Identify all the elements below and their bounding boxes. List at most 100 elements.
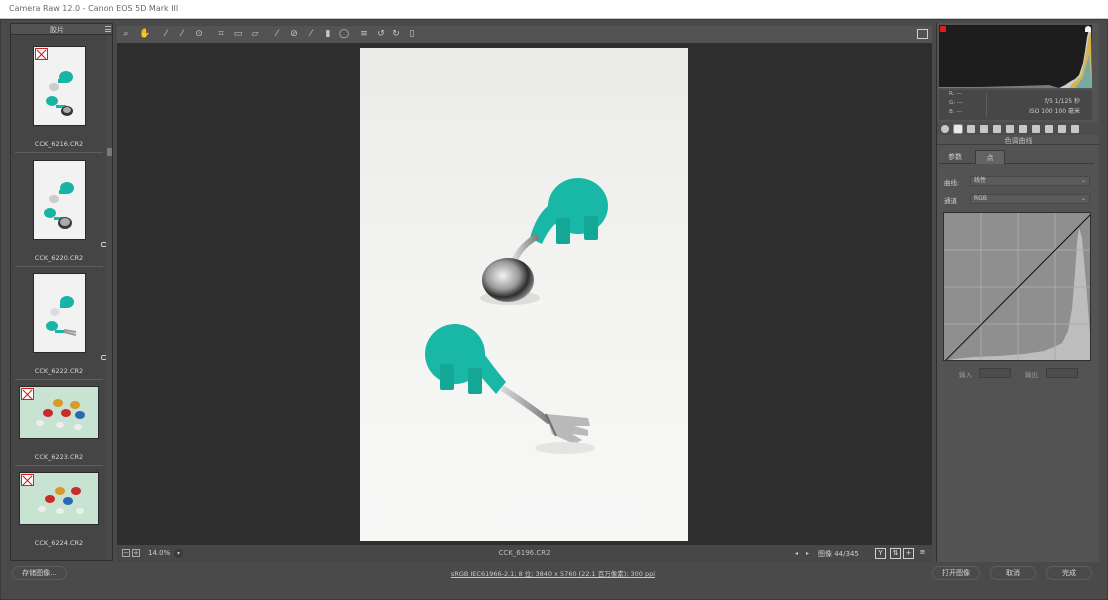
adjustment-panel: R: --- G: --- B: --- f/5 1/125 秒 ISO 100…: [936, 23, 1100, 562]
swap-settings-icon[interactable]: ⇅: [890, 548, 901, 559]
white-balance-tool-icon[interactable]: ⁄: [161, 29, 171, 39]
preview-photo: [360, 48, 688, 541]
thumbnail[interactable]: [33, 273, 86, 353]
presets-tab-icon[interactable]: [1058, 125, 1066, 133]
window-title: Camera Raw 12.0 - Canon EOS 5D Mark III: [9, 4, 179, 13]
transform-tab-icon[interactable]: [1019, 125, 1027, 133]
color-sampler-tool-icon[interactable]: ⁄: [177, 29, 187, 39]
highlight-clipping-warning-icon[interactable]: [1085, 26, 1091, 32]
previous-image-button[interactable]: ◂: [792, 549, 801, 558]
thumbnail[interactable]: [33, 46, 86, 126]
graduated-filter-icon[interactable]: ▮: [323, 29, 333, 39]
radial-filter-icon[interactable]: ◯: [339, 29, 349, 39]
crop-tool-icon[interactable]: ⌗: [216, 29, 226, 39]
shadow-clipping-warning-icon[interactable]: [940, 26, 946, 32]
adjustment-brush-icon[interactable]: ⁄: [306, 29, 316, 39]
g-readout: G: ---: [949, 100, 963, 106]
camera-info: R: --- G: --- B: --- f/5 1/125 秒 ISO 100…: [939, 90, 1092, 120]
input-value-field[interactable]: [979, 368, 1011, 378]
basic-tab-icon[interactable]: [941, 125, 949, 133]
thumbnail[interactable]: [19, 386, 99, 439]
thumbnail-image: [44, 182, 74, 229]
preferences-icon[interactable]: ≡: [359, 29, 369, 39]
zoom-tool-icon[interactable]: ⌕: [121, 29, 131, 39]
thumbnail[interactable]: [19, 472, 99, 525]
copy-settings-icon[interactable]: +: [903, 548, 914, 559]
image-preview-area[interactable]: [117, 43, 932, 545]
rotate-left-icon[interactable]: ↺: [376, 29, 386, 39]
reject-flag-icon[interactable]: [21, 474, 34, 486]
tab-parametric[interactable]: 参数: [939, 150, 971, 164]
done-button[interactable]: 完成: [1046, 566, 1092, 580]
divider: [15, 266, 103, 267]
channel-value: RGB: [974, 195, 987, 202]
iso-focal-info: ISO 100 100 毫米: [1029, 108, 1080, 115]
curve-label: 曲线:: [944, 179, 960, 187]
lens-corrections-tab-icon[interactable]: [1006, 125, 1014, 133]
open-image-button[interactable]: 打开图像: [932, 566, 980, 580]
hand-tool-icon[interactable]: ✋: [139, 29, 150, 39]
filmstrip-header: 胶片: [11, 24, 112, 35]
spoon-and-fork-image: [425, 178, 608, 454]
filmstrip-menu-icon[interactable]: [105, 26, 111, 32]
histogram: [939, 25, 1092, 88]
footer-bar: 存储图像... sRGB IEC61966-2.1; 8 位; 3840 x 5…: [0, 565, 1106, 581]
before-after-y-icon[interactable]: Y: [875, 548, 886, 559]
fullscreen-toggle-icon[interactable]: [917, 29, 928, 39]
snapshots-tab-icon[interactable]: [1071, 125, 1079, 133]
divider: [15, 152, 103, 153]
filmstrip-item[interactable]: CCK_6222.CR2: [15, 273, 107, 385]
filmstrip-item[interactable]: CCK_6220.CR2: [15, 160, 107, 272]
straighten-tool-icon[interactable]: ▭: [233, 29, 243, 39]
filmstrip-scrollbar[interactable]: [106, 36, 112, 560]
histogram-graph: [939, 27, 1092, 88]
image-counter: 图像 44/345: [818, 550, 859, 558]
tone-curve-editor[interactable]: [943, 212, 1091, 361]
divider: [15, 465, 103, 466]
toggle-view-icon[interactable]: ≡: [917, 548, 928, 559]
cancel-button[interactable]: 取消: [990, 566, 1036, 580]
b-readout: B: ---: [949, 109, 963, 115]
scrollbar-thumb[interactable]: [107, 148, 112, 156]
tone-curve-tab-icon[interactable]: [953, 124, 963, 134]
tool-bar: ⌕ ✋ ⁄ ⁄ ⊙ ⌗ ▭ ▱ ⁄ ⊘ ⁄ ▮ ◯ ≡ ↺ ↻ ▯: [117, 26, 932, 43]
exposure-info: f/5 1/125 秒: [1044, 98, 1080, 105]
red-eye-tool-icon[interactable]: ⊘: [289, 29, 299, 39]
thumbnail-filename: CCK_6222.CR2: [34, 367, 84, 375]
calibration-tab-icon[interactable]: [1045, 125, 1053, 133]
rotate-right-icon[interactable]: ↻: [391, 29, 401, 39]
thumbnail-filename: CCK_6220.CR2: [34, 254, 84, 262]
chevron-down-icon: ⌄: [1080, 177, 1086, 184]
tone-curve-graph: [944, 213, 1090, 360]
output-label: 输出: [1025, 371, 1038, 379]
reject-flag-icon[interactable]: [35, 48, 48, 60]
section-title: 色调曲线: [937, 136, 1100, 145]
thumbnail-filename: CCK_6223.CR2: [34, 453, 84, 461]
curve-preset-select[interactable]: 线性 ⌄: [970, 176, 1090, 186]
targeted-adjustment-icon[interactable]: ⊙: [194, 29, 204, 39]
thumbnail-filename: CCK_6224.CR2: [34, 539, 84, 547]
r-readout: R: ---: [949, 91, 963, 97]
trash-icon[interactable]: ▯: [407, 29, 417, 39]
next-image-button[interactable]: ▸: [803, 549, 812, 558]
filmstrip-item[interactable]: CCK_6224.CR2: [15, 472, 103, 558]
effects-tab-icon[interactable]: [1032, 125, 1040, 133]
filmstrip-item[interactable]: CCK_6216.CR2: [15, 46, 103, 158]
curve-preset-value: 线性: [974, 177, 987, 184]
channel-select[interactable]: RGB ⌄: [970, 194, 1090, 204]
filmstrip-panel: 胶片 CCK_6216.CR2 CCK_6220.CR2 CCK_6222.CR…: [10, 23, 113, 561]
output-value-field[interactable]: [1046, 368, 1078, 378]
transform-tool-icon[interactable]: ▱: [250, 29, 260, 39]
spot-removal-tool-icon[interactable]: ⁄: [272, 29, 282, 39]
filmstrip-item[interactable]: CCK_6223.CR2: [15, 386, 103, 472]
hsl-tab-icon[interactable]: [980, 125, 988, 133]
thumbnail-filename: CCK_6216.CR2: [34, 140, 84, 148]
split-toning-tab-icon[interactable]: [993, 125, 1001, 133]
reject-flag-icon[interactable]: [21, 388, 34, 400]
detail-tab-icon[interactable]: [967, 125, 975, 133]
thumbnail[interactable]: [33, 160, 86, 240]
divider: [15, 379, 103, 380]
title-bar: Camera Raw 12.0 - Canon EOS 5D Mark III: [0, 0, 1108, 19]
tab-point[interactable]: 点: [975, 150, 1005, 164]
preview-status-bar: − + 14.0% ▾ CCK_6196.CR2 ◂ ▸ 图像 44/345 Y…: [117, 545, 932, 562]
